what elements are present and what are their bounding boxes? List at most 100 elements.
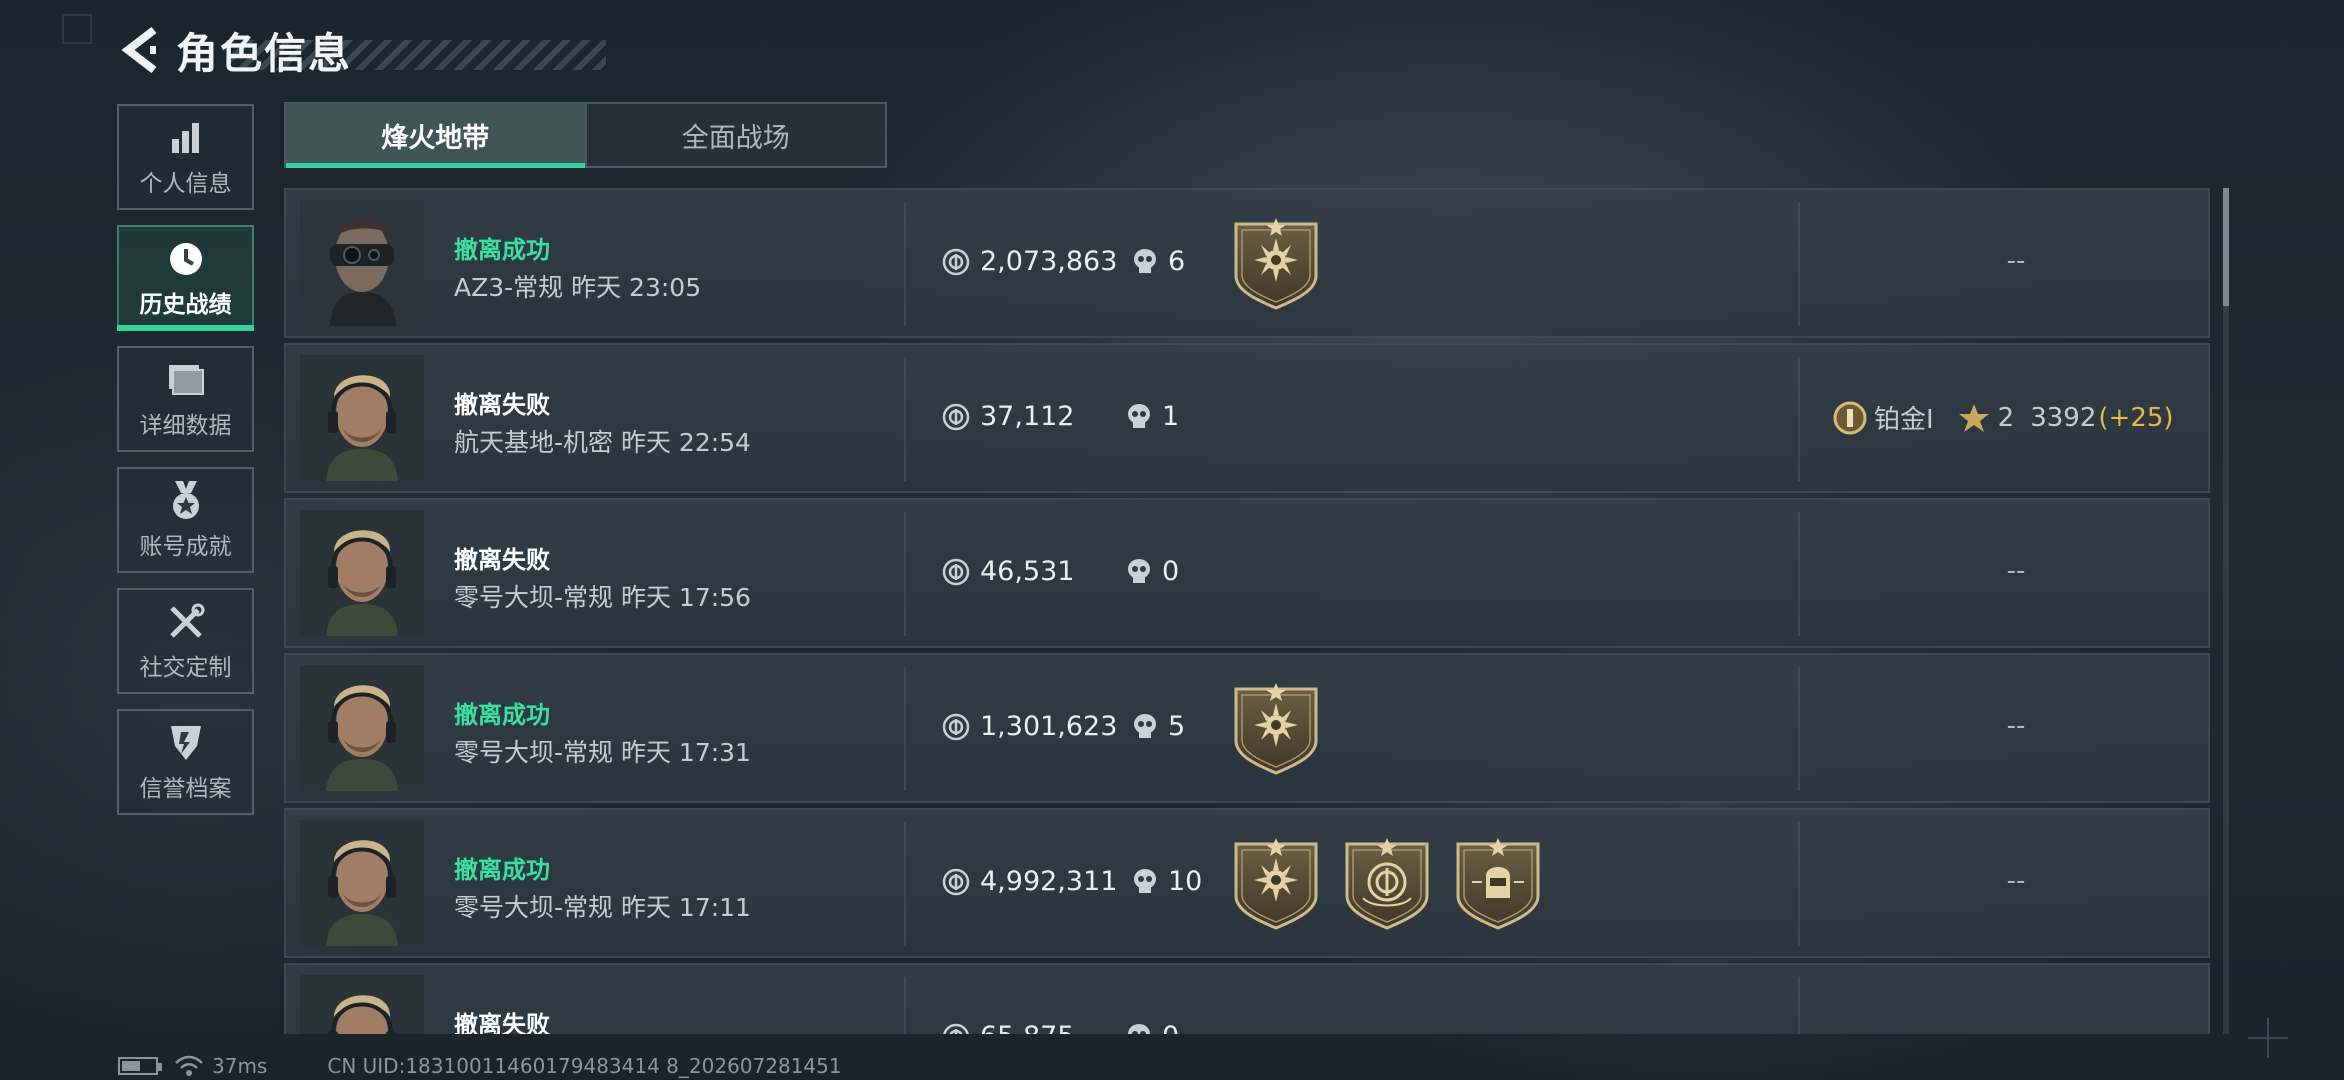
divider	[1798, 667, 1800, 791]
rank-result-empty: --	[2006, 556, 2026, 586]
loot-value: 37,112	[980, 401, 1075, 432]
match-row[interactable]: 撤离失败 零号大坝-常规 昨天 17:56 46,531 0 --	[284, 498, 2210, 648]
divider	[1798, 512, 1800, 636]
operator-avatar	[300, 820, 424, 946]
rank-result-empty: --	[2006, 711, 2026, 741]
sun-emblem-badge-icon[interactable]	[1230, 683, 1322, 775]
kill-count: 5	[1168, 711, 1186, 742]
mode-tabs: 烽火地带 全面战场	[284, 102, 887, 168]
kill-count: 0	[1162, 1021, 1179, 1034]
sun-emblem-badge-icon[interactable]	[1230, 838, 1322, 930]
divider	[1798, 357, 1800, 481]
sidebar-item-history[interactable]: 历史战绩	[117, 225, 254, 331]
battery-icon	[118, 1057, 162, 1075]
extraction-status: 撤离成功	[454, 701, 550, 729]
map-time-info: AZ3-常规 昨天 23:05	[454, 273, 702, 302]
sun-emblem-badge-icon[interactable]	[1230, 218, 1322, 310]
coin-icon	[942, 558, 970, 585]
extraction-status: 撤离失败	[454, 1011, 550, 1034]
skull-icon	[1128, 1023, 1150, 1034]
extraction-status: 撤离成功	[454, 236, 550, 264]
sidebar-item-reputation[interactable]: 信誉档案	[117, 709, 254, 815]
extraction-status: 撤离失败	[454, 391, 550, 419]
divider	[904, 202, 906, 326]
corner-decoration	[62, 14, 92, 44]
user-uid: CN UID:18310011460179483414 8_2026072814…	[327, 1054, 842, 1078]
divider	[1798, 202, 1800, 326]
bar-chart-icon	[164, 116, 208, 160]
rank-result-empty: --	[2006, 866, 2026, 896]
tab-full-battlefield[interactable]: 全面战场	[584, 104, 886, 166]
match-row[interactable]: 撤离成功 零号大坝-常规 昨天 17:31 1,301,623 5 --	[284, 653, 2210, 803]
skull-icon	[1134, 868, 1156, 893]
wrench-screwdriver-icon	[164, 600, 208, 644]
medal-icon	[164, 479, 208, 523]
coin-icon	[942, 868, 970, 895]
helmet-emblem-badge-icon[interactable]	[1452, 838, 1544, 930]
network-ping: 37ms	[212, 1054, 268, 1078]
wifi-icon	[175, 1055, 203, 1076]
skull-icon	[1134, 713, 1156, 738]
kill-count: 0	[1162, 556, 1180, 587]
sidebar-item-social[interactable]: 社交定制	[117, 588, 254, 694]
operator-avatar	[300, 975, 424, 1034]
extraction-status: 撤离失败	[454, 546, 550, 574]
shield-icon	[164, 721, 208, 765]
sidebar-item-details[interactable]: 详细数据	[117, 346, 254, 452]
operator-avatar	[300, 510, 424, 636]
kill-count: 6	[1168, 246, 1186, 277]
page-title: 角色信息	[176, 28, 353, 78]
rank-score: 3392	[2030, 402, 2097, 433]
sidebar-item-label: 历史战绩	[139, 292, 232, 318]
folder-icon	[164, 358, 208, 402]
coin-icon	[942, 248, 970, 275]
rank-score-delta: (+25)	[2098, 402, 2174, 433]
loot-value: 4,992,311	[980, 866, 1118, 897]
map-time-info: 航天基地-机密 昨天 22:54	[454, 428, 751, 457]
scroll-thumb[interactable]	[2223, 188, 2229, 306]
sidebar-item-label: 详细数据	[139, 413, 232, 439]
divider	[904, 822, 906, 946]
map-time-info: 零号大坝-常规 昨天 17:56	[454, 583, 751, 612]
skull-icon	[1128, 403, 1150, 428]
coin-icon	[942, 1023, 970, 1034]
back-button[interactable]	[118, 22, 162, 78]
divider	[1798, 822, 1800, 946]
skull-icon	[1128, 558, 1150, 583]
extraction-status: 撤离成功	[454, 856, 550, 884]
operator-avatar	[300, 665, 424, 791]
kill-count: 1	[1162, 401, 1180, 432]
kill-count: 10	[1168, 866, 1203, 897]
map-time-info: 零号大坝-常规 昨天 17:31	[454, 738, 751, 767]
divider	[904, 512, 906, 636]
divider	[1798, 977, 1800, 1034]
sidebar-item-label: 账号成就	[139, 534, 232, 560]
match-row[interactable]: 撤离失败 65,875 0	[284, 963, 2210, 1034]
match-row[interactable]: 撤离成功 AZ3-常规 昨天 23:05 2,073,863 6 --	[284, 188, 2210, 338]
list-scrollbar[interactable]	[2223, 188, 2229, 1034]
back-arrow-icon	[121, 26, 157, 74]
sidebar-item-achievements[interactable]: 账号成就	[117, 467, 254, 573]
sidebar-item-label: 信誉档案	[139, 776, 232, 802]
match-history-list: 撤离成功 AZ3-常规 昨天 23:05 2,073,863 6 -- 撤离失败…	[284, 188, 2212, 1034]
sidebar-item-profile[interactable]: 个人信息	[117, 104, 254, 210]
battery-level-fill	[122, 1061, 140, 1071]
coin-emblem-badge-icon[interactable]	[1341, 838, 1433, 930]
rank-result: 铂金I 2 3392 (+25)	[1832, 399, 2174, 436]
match-row[interactable]: 撤离成功 零号大坝-常规 昨天 17:11 4,992,311 10 --	[284, 808, 2210, 958]
divider	[904, 977, 906, 1034]
operator-avatar	[300, 200, 424, 326]
platinum-rank-icon	[1833, 401, 1867, 434]
sidebar-nav: 个人信息 历史战绩 详细数据 账号成就 社交定制 信誉档案	[117, 104, 254, 830]
loot-value: 65,875	[980, 1021, 1074, 1034]
rank-result-empty: --	[2006, 246, 2026, 276]
tab-havoc-zone[interactable]: 烽火地带	[286, 104, 585, 168]
rank-name: 铂金I	[1874, 405, 1934, 435]
loot-value: 1,301,623	[980, 711, 1118, 742]
divider	[904, 357, 906, 481]
coin-icon	[942, 713, 970, 740]
map-time-info: 零号大坝-常规 昨天 17:11	[454, 893, 751, 922]
sidebar-item-label: 个人信息	[139, 171, 232, 197]
coin-icon	[942, 403, 970, 430]
match-row[interactable]: 撤离失败 航天基地-机密 昨天 22:54 37,112 1 铂金I 2 339…	[284, 343, 2210, 493]
